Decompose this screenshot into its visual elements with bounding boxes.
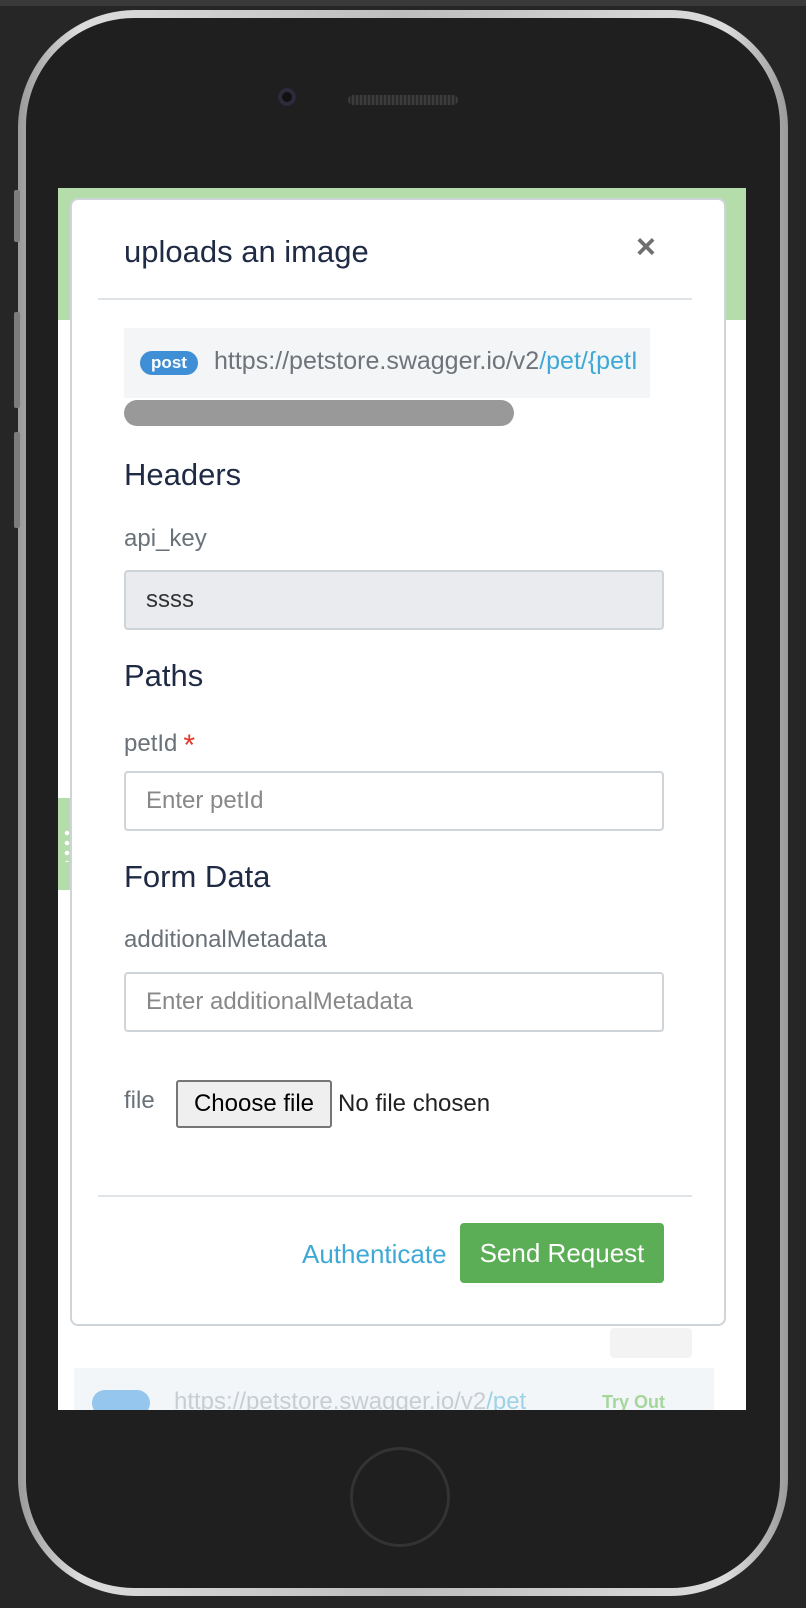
side-button-mute <box>14 190 20 242</box>
send-request-button[interactable]: Send Request <box>460 1223 664 1283</box>
request-url-bar[interactable]: post https://petstore.swagger.io/v2/pet/… <box>124 328 650 398</box>
additional-metadata-input[interactable] <box>124 972 664 1032</box>
close-icon[interactable]: × <box>636 230 656 264</box>
authenticate-link[interactable]: Authenticate <box>302 1239 447 1270</box>
background-url-base: https://petstore.swagger.io/v2 <box>174 1388 487 1410</box>
choose-file-button[interactable]: Choose file <box>176 1080 332 1128</box>
url-scrollbar[interactable] <box>124 400 514 426</box>
request-path: /pet/{petI <box>539 347 638 375</box>
header-divider <box>98 298 692 300</box>
paths-section-title: Paths <box>124 658 204 693</box>
additional-metadata-label: additionalMetadata <box>124 926 327 953</box>
api-key-input[interactable] <box>124 570 664 630</box>
file-status: No file chosen <box>338 1090 491 1117</box>
method-badge: post <box>140 351 198 375</box>
home-button[interactable] <box>350 1447 450 1547</box>
request-url: https://petstore.swagger.io/v2/pet/{petI <box>214 347 638 376</box>
background-operation-row[interactable]: https://petstore.swagger.io/v2/pet Try O… <box>74 1368 714 1410</box>
front-camera <box>278 88 296 106</box>
pet-id-input[interactable] <box>124 771 664 831</box>
request-modal: uploads an image × post https://petstore… <box>70 198 726 1326</box>
pet-id-label: petId * <box>124 725 196 762</box>
pet-id-label-text: petId <box>124 730 178 757</box>
earpiece-speaker <box>348 95 458 105</box>
file-label: file <box>124 1087 155 1114</box>
footer-divider <box>98 1195 692 1197</box>
background-try-out[interactable]: Try Out <box>602 1392 665 1410</box>
background-url: https://petstore.swagger.io/v2/pet <box>174 1388 526 1410</box>
background-url-path: /pet <box>486 1388 527 1410</box>
modal-title: uploads an image <box>124 234 369 269</box>
side-button-volume-up <box>14 312 20 408</box>
background-ghost-button <box>610 1328 692 1358</box>
form-data-section-title: Form Data <box>124 859 271 894</box>
top-edge <box>0 0 806 6</box>
background-method-badge <box>92 1390 150 1410</box>
side-button-volume-down <box>14 432 20 528</box>
headers-section-title: Headers <box>124 457 242 492</box>
required-asterisk-icon: * <box>183 729 196 762</box>
request-base-url: https://petstore.swagger.io/v2 <box>214 347 540 375</box>
api-key-label: api_key <box>124 525 207 552</box>
phone-screen: https://petstore.swagger.io/v2/pet Try O… <box>58 188 746 1410</box>
